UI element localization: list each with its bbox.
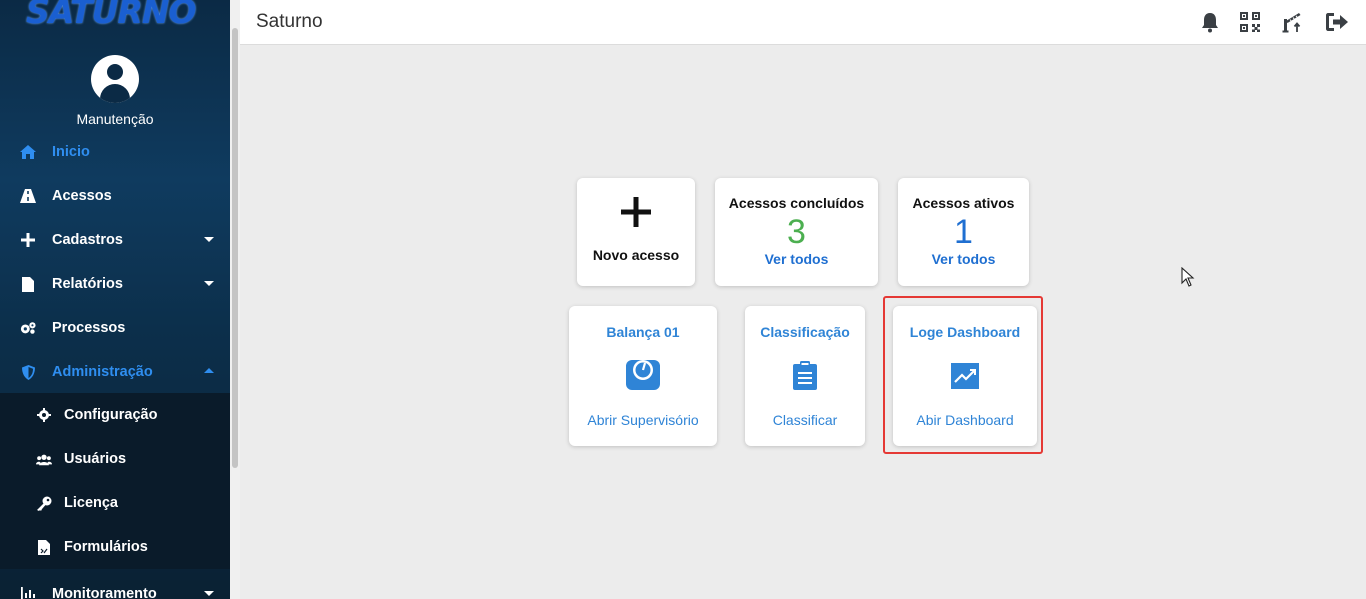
file-icon <box>20 276 36 292</box>
user-name: Manutenção <box>76 111 154 127</box>
logout-icon[interactable] <box>1325 11 1348 33</box>
sidebar-item-label: Processos <box>52 320 126 336</box>
sidebar-item-relatorios[interactable]: Relatórios <box>0 262 230 306</box>
sidebar-item-processos[interactable]: Processos <box>0 306 230 350</box>
classificacao-card[interactable]: Classificação Classificar <box>745 306 865 446</box>
user-avatar-icon[interactable] <box>91 55 139 103</box>
chevron-down-icon <box>204 591 214 596</box>
acessos-ativos-card: Acessos ativos 1 Ver todos <box>898 178 1029 286</box>
sidebar-item-label: Licença <box>64 495 118 511</box>
scrollbar-thumb[interactable] <box>232 28 238 468</box>
sidebar-item-licenca[interactable]: Licença <box>0 481 230 525</box>
sidebar-item-acessos[interactable]: Acessos <box>0 174 230 218</box>
sidebar-item-label: Administração <box>52 364 153 380</box>
card-title: Classificação <box>760 324 850 340</box>
clipboard-icon <box>792 360 818 395</box>
cog-icon <box>36 407 52 423</box>
novo-acesso-card[interactable]: Novo acesso <box>577 178 695 286</box>
chevron-up-icon <box>204 368 214 373</box>
page-title: Saturno <box>256 11 323 32</box>
ver-todos-link[interactable]: Ver todos <box>898 251 1029 267</box>
app-logo: SATURNO <box>26 0 197 31</box>
sidebar-item-formularios[interactable]: Formulários <box>0 525 230 569</box>
mouse-cursor-icon <box>1181 266 1195 292</box>
bell-icon[interactable] <box>1199 11 1221 33</box>
qr-code-icon[interactable] <box>1239 11 1261 33</box>
dashboard-highlight-box <box>883 296 1043 454</box>
shield-icon <box>20 364 36 380</box>
sidebar-item-label: Cadastros <box>52 232 123 248</box>
sidebar-item-configuracao[interactable]: Configuração <box>0 393 230 437</box>
sidebar-item-label: Usuários <box>64 451 127 467</box>
sidebar-item-label: Acessos <box>52 188 112 204</box>
card-title: Acessos concluídos <box>728 195 865 211</box>
chevron-down-icon <box>204 237 214 242</box>
plus-icon <box>20 232 36 248</box>
users-icon <box>36 451 52 467</box>
sidebar-item-usuarios[interactable]: Usuários <box>0 437 230 481</box>
sidebar-item-label: Formulários <box>64 539 148 555</box>
form-file-icon <box>36 539 52 555</box>
ver-todos-link[interactable]: Ver todos <box>715 251 878 267</box>
sidebar-item-inicio[interactable]: Inicio <box>0 130 230 174</box>
sidebar-item-monitoramento[interactable]: Monitoramento <box>0 572 230 599</box>
top-header: Saturno <box>240 0 1366 45</box>
road-icon <box>20 188 36 204</box>
scale-icon <box>625 356 661 397</box>
card-title: Balança 01 <box>606 324 680 340</box>
novo-acesso-label: Novo acesso <box>592 247 680 263</box>
card-title: Acessos ativos <box>912 195 1015 211</box>
gears-icon <box>20 320 36 336</box>
chevron-down-icon <box>204 281 214 286</box>
sidebar-item-label: Inicio <box>52 144 90 160</box>
administracao-submenu: Configuração Usuários Licença Formulário… <box>0 393 230 569</box>
chart-bar-icon <box>20 586 36 599</box>
sidebar-scrollbar[interactable] <box>230 0 240 599</box>
barrier-icon[interactable] <box>1282 11 1304 33</box>
acessos-concluidos-card: Acessos concluídos 3 Ver todos <box>715 178 878 286</box>
sidebar: SATURNO Manutenção Inicio Acessos Cadast… <box>0 0 230 599</box>
classificar-link[interactable]: Classificar <box>745 412 865 428</box>
abrir-supervisorio-link[interactable]: Abrir Supervisório <box>569 412 717 428</box>
home-icon <box>20 144 36 160</box>
sidebar-item-label: Configuração <box>64 407 158 423</box>
sidebar-item-administracao[interactable]: Administração <box>0 350 230 394</box>
plus-icon <box>620 196 652 233</box>
card-value: 3 <box>787 213 806 251</box>
card-value: 1 <box>954 213 973 251</box>
balanca-card[interactable]: Balança 01 Abrir Supervisório <box>569 306 717 446</box>
sidebar-item-label: Monitoramento <box>52 586 157 599</box>
sidebar-item-cadastros[interactable]: Cadastros <box>0 218 230 262</box>
key-icon <box>36 495 52 511</box>
sidebar-item-label: Relatórios <box>52 276 123 292</box>
